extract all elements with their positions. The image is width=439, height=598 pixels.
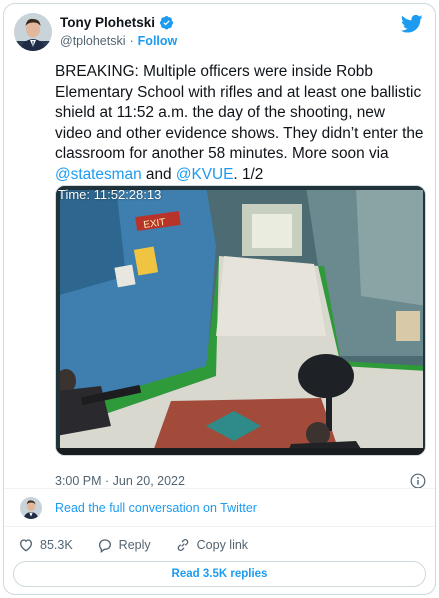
hallway-surveillance-image: EXIT	[56, 186, 425, 455]
divider	[4, 526, 435, 527]
like-button[interactable]: 85.3K	[18, 537, 73, 553]
read-replies-button[interactable]: Read 3.5K replies	[13, 561, 426, 587]
tweet-text-part: . 1/2	[233, 165, 264, 183]
like-count: 85.3K	[40, 538, 73, 552]
conversation-avatar	[20, 497, 42, 519]
info-icon[interactable]	[410, 473, 426, 489]
follow-button[interactable]: Follow	[138, 34, 178, 48]
divider	[4, 488, 435, 489]
mention-link-statesman[interactable]: @statesman	[55, 166, 142, 183]
reply-button[interactable]: Reply	[97, 537, 151, 553]
separator-dot: ·	[129, 34, 134, 48]
reply-icon	[98, 539, 111, 553]
embedded-tweet-card: Tony Plohetski @tplohetski · Follow BREA…	[3, 3, 436, 595]
mention-link-kvue[interactable]: @KVUE	[176, 166, 234, 183]
twitter-bird-icon[interactable]	[401, 14, 423, 34]
tweet-media-image[interactable]: EXIT Time: 11:52:28:13	[55, 185, 426, 456]
reply-label: Reply	[118, 538, 151, 552]
tweet-text-part: BREAKING: Multiple officers were inside …	[55, 63, 424, 163]
copy-link-button[interactable]: Copy link	[175, 537, 248, 553]
author-avatar[interactable]	[14, 13, 52, 51]
tweet-text: BREAKING: Multiple officers were inside …	[55, 62, 425, 186]
verified-badge-icon	[159, 15, 174, 30]
read-conversation-link[interactable]: Read the full conversation on Twitter	[55, 501, 257, 515]
video-timestamp-overlay: Time: 11:52:28:13	[58, 187, 162, 202]
tweet-text-part: and	[141, 165, 176, 183]
author-handle[interactable]: @tplohetski	[60, 34, 126, 48]
author-name[interactable]: Tony Plohetski	[60, 15, 155, 30]
copy-link-label: Copy link	[196, 538, 249, 552]
tweet-timestamp[interactable]: 3:00 PM · Jun 20, 2022	[55, 474, 185, 488]
heart-icon	[19, 539, 33, 552]
link-icon	[177, 539, 188, 551]
